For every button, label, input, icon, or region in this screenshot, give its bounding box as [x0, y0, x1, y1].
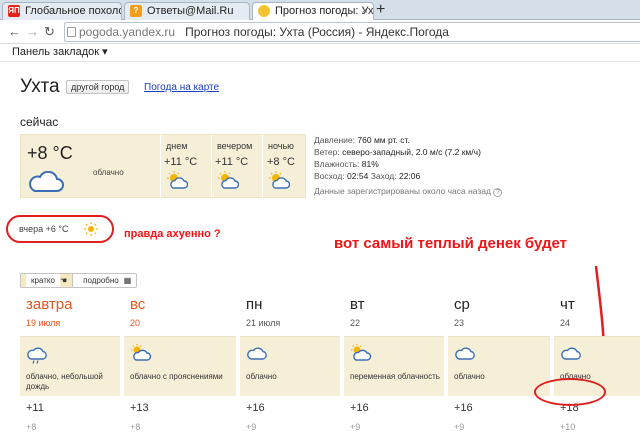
address-bar[interactable]: pogoda.yandex.ru Прогноз погоды: Ухта (Р…: [64, 22, 640, 42]
tab-label: Ответы@Mail.Ru: [147, 5, 234, 17]
partly-cloudy-icon: [269, 171, 290, 189]
part-temp-day: +11 °C: [164, 156, 198, 168]
separator: [262, 135, 263, 199]
part-label-evening: вечером: [217, 141, 253, 151]
browser-tab-bar: ЯП Глобальное похолод ? Ответы@Mail.Ru П…: [0, 0, 640, 21]
current-condition: облачно: [93, 168, 124, 177]
address-domain: pogoda.yandex.ru: [79, 25, 176, 39]
tab-weather[interactable]: Прогноз погоды: Ухта ×: [252, 2, 374, 21]
view-tabs: ☚ кратко ▦ подробно: [20, 273, 138, 288]
mail-favicon-icon: ?: [130, 5, 142, 17]
pressure-value: 760 мм рт. ст.: [357, 135, 410, 145]
help-icon[interactable]: ?: [493, 188, 503, 197]
humidity-label: Влажность:: [314, 159, 360, 169]
bookmarks-label[interactable]: Панель закладок ▾: [12, 46, 108, 58]
yesterday-temp: вчера +6 °C: [6, 215, 114, 243]
part-temp-night: +8 °C: [267, 156, 295, 168]
navigation-bar: ← → ↻ pogoda.yandex.ru Прогноз погоды: У…: [0, 20, 640, 44]
tab-mail-answers[interactable]: ? Ответы@Mail.Ru: [124, 2, 250, 20]
yaplakal-favicon-icon: ЯП: [8, 5, 20, 17]
part-label-day: днем: [166, 141, 188, 151]
part-label-night: ночью: [268, 141, 294, 151]
tab-global-cooling[interactable]: ЯП Глобальное похолод: [2, 2, 122, 20]
sunrise-value: 02:54: [347, 171, 369, 181]
sun-icon: [84, 222, 98, 236]
part-temp-evening: +11 °C: [215, 156, 249, 168]
forecast-day: чт 24 облачно +18 +10: [0, 290, 640, 436]
sunrise-label: Восход:: [314, 171, 345, 181]
wind-label: Ветер:: [314, 147, 340, 157]
annotation-second: вот самый теплый денек будет: [334, 235, 567, 252]
reload-icon[interactable]: ↻: [44, 24, 55, 40]
weather-details: Давление: 760 мм рт. ст. Ветер: северо-з…: [314, 134, 503, 197]
cloud-icon: [29, 171, 64, 192]
close-tab-icon[interactable]: ×: [362, 3, 368, 19]
separator: [160, 135, 161, 199]
partly-cloudy-icon: [218, 171, 239, 189]
wind-value: северо-западный, 2.0 м/с (7.2 км/ч): [342, 147, 481, 157]
new-tab-icon[interactable]: +: [376, 1, 385, 19]
back-icon[interactable]: ←: [8, 24, 21, 39]
address-title: Прогноз погоды: Ухта (Россия) - Яндекс.П…: [185, 25, 449, 39]
current-temp: +8 °C: [27, 143, 73, 163]
cloud-icon: [561, 347, 581, 360]
page-icon: [67, 27, 76, 37]
city-title: Ухта: [20, 76, 60, 97]
weather-favicon-icon: [258, 5, 270, 17]
bookmarks-bar[interactable]: Панель закладок ▾: [0, 44, 640, 62]
weather-page: Ухта другой город Погода на карте сейчас…: [0, 62, 640, 436]
tab-detailed-label: подробно: [78, 274, 124, 287]
pressure-label: Давление:: [314, 135, 356, 145]
yesterday-label: вчера +6 °C: [19, 224, 69, 234]
tab-short[interactable]: ☚ кратко: [21, 274, 74, 287]
other-city-button[interactable]: другой город: [66, 80, 130, 94]
forward-icon[interactable]: →: [26, 24, 39, 39]
sunset-value: 22:06: [398, 171, 421, 181]
forecast-day-name: чт: [560, 296, 575, 313]
updated-note: Данные зарегистрированы около часа назад: [314, 186, 492, 196]
forecast-date: 24: [560, 318, 571, 328]
annotation-circle: [534, 378, 606, 406]
separator: [211, 135, 212, 199]
tab-label: Прогноз погоды: Ухта: [275, 5, 374, 17]
map-link[interactable]: Погода на карте: [144, 82, 219, 93]
partly-cloudy-icon: [167, 171, 188, 189]
annotation-first: правда ахуенно ?: [124, 228, 221, 240]
current-weather-box: +8 °C облачно днем +11 °C вечером +11 °C…: [20, 134, 306, 199]
tab-short-label: кратко: [26, 274, 60, 287]
now-title: сейчас: [20, 115, 59, 129]
tab-detailed[interactable]: ▦ подробно: [73, 274, 137, 287]
tab-label: Глобальное похолод: [25, 5, 122, 17]
sunset-label: Заход:: [370, 171, 397, 181]
forecast-low: +10: [560, 422, 576, 432]
humidity-value: 81%: [361, 159, 379, 169]
